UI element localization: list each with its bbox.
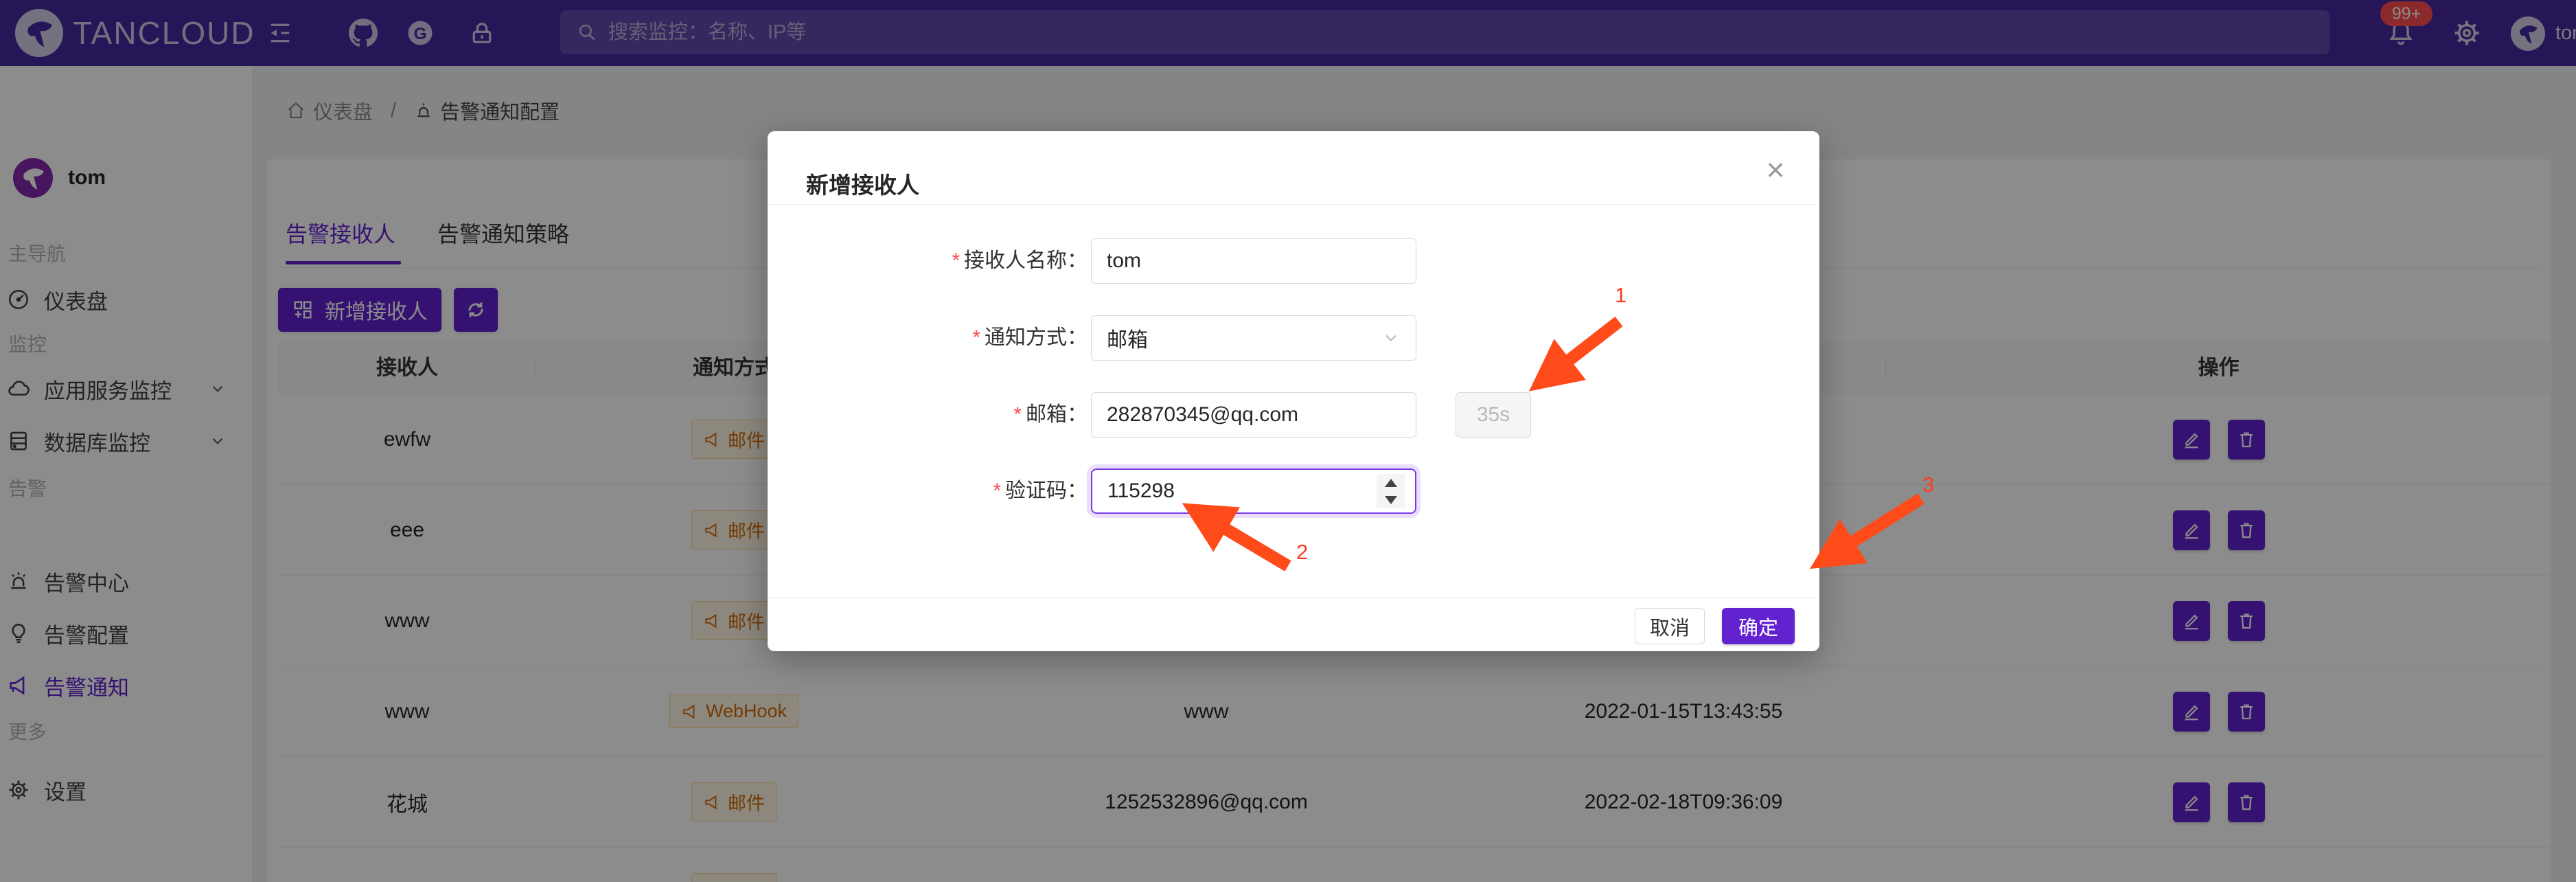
form-row-email: *邮箱： 35s xyxy=(768,392,1819,438)
spinner-up-icon[interactable] xyxy=(1377,474,1405,491)
email-field-label: *邮箱： xyxy=(850,392,1088,438)
form-row-method: *通知方式： 邮箱 xyxy=(768,315,1819,361)
code-field-label: *验证码： xyxy=(850,468,1088,514)
cancel-button[interactable]: 取消 xyxy=(1635,608,1705,644)
close-icon[interactable]: × xyxy=(1755,149,1796,190)
notify-method-select[interactable]: 邮箱 xyxy=(1091,315,1416,361)
chevron-down-icon xyxy=(1381,328,1401,348)
verification-code-input[interactable] xyxy=(1091,468,1416,514)
method-field-label: *通知方式： xyxy=(850,315,1088,361)
modal-footer-divider xyxy=(768,597,1819,598)
form-row-name: *接收人名称： xyxy=(768,238,1819,284)
countdown-button[interactable]: 35s xyxy=(1456,392,1531,438)
add-receiver-modal: 新增接收人 × *接收人名称： *通知方式： 邮箱 *邮箱： 35s *验证码：… xyxy=(768,131,1819,651)
modal-title: 新增接收人 xyxy=(806,167,919,200)
confirm-button[interactable]: 确定 xyxy=(1722,608,1795,644)
number-spinner[interactable] xyxy=(1377,474,1405,508)
spinner-down-icon[interactable] xyxy=(1377,491,1405,508)
modal-header-divider xyxy=(768,204,1819,205)
name-field-label: *接收人名称： xyxy=(850,238,1088,284)
receiver-name-input[interactable] xyxy=(1091,238,1416,284)
form-row-code: *验证码： xyxy=(768,468,1819,514)
email-input[interactable] xyxy=(1091,392,1416,438)
